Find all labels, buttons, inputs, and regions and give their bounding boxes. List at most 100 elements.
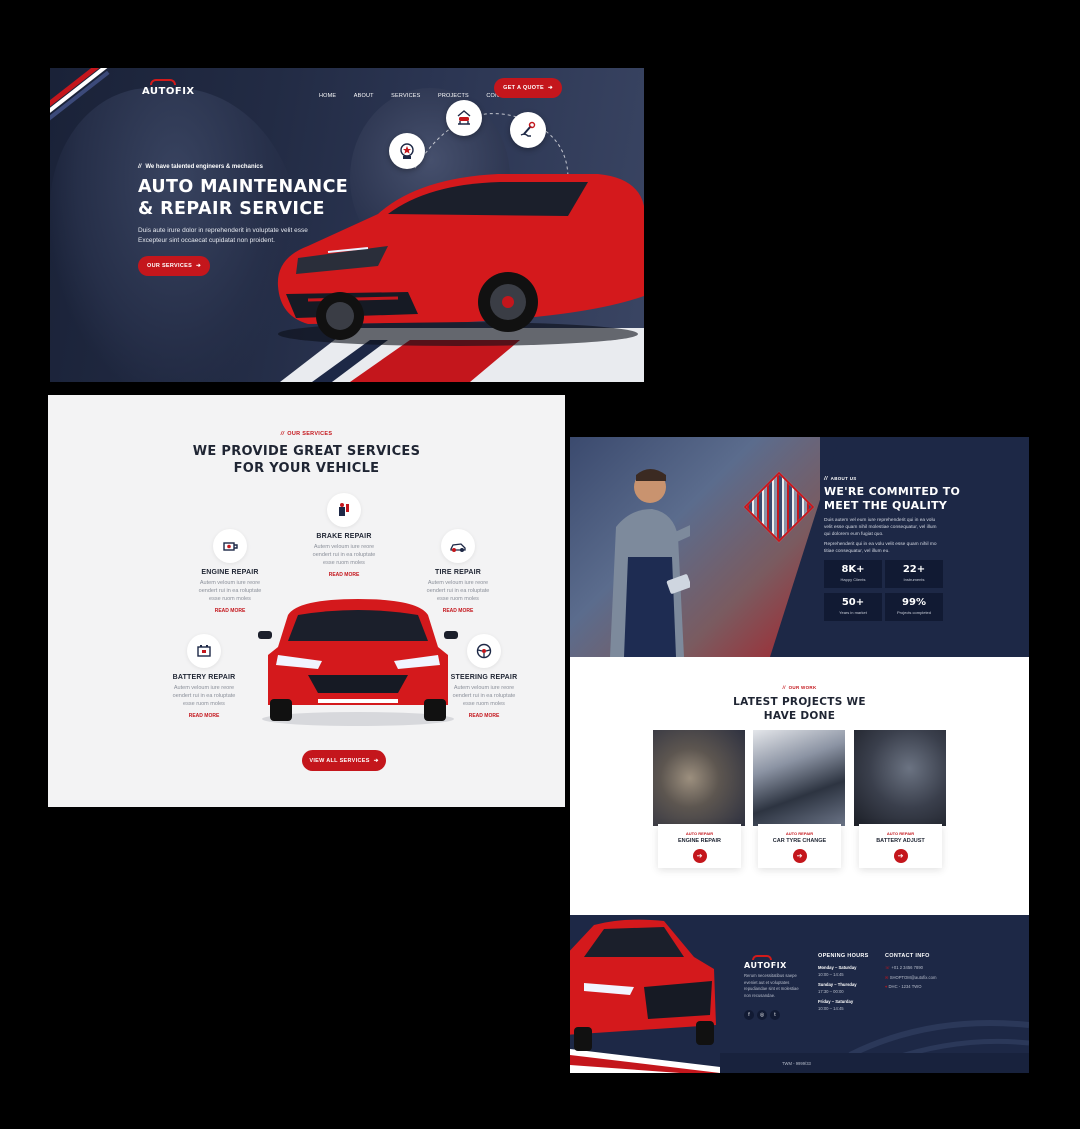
- project-category: AUTO REPAIR: [785, 831, 814, 836]
- slash-icon: //: [782, 685, 786, 690]
- about-projects-footer: //ABOUT US WE'RE COMMITED TO MEET THE QU…: [570, 437, 1029, 1073]
- hours-time: 10:00 – 14:45: [818, 1005, 844, 1011]
- battery-photo: [854, 730, 946, 826]
- about-kicker: //ABOUT US: [824, 476, 857, 482]
- tyre-photo: [753, 730, 845, 826]
- instagram-icon[interactable]: ◎: [757, 1010, 767, 1020]
- mail-icon: ✉: [885, 974, 889, 980]
- services-kicker-text: OUR SERVICES: [287, 431, 333, 437]
- projects-kicker-text: OUR WORK: [788, 685, 817, 690]
- footer-logo[interactable]: AUTOFIX: [744, 955, 787, 970]
- desc-line: Autem veloum iure reore: [173, 685, 235, 691]
- project-title: BATTERY ADJUST: [876, 838, 925, 844]
- about-title-line2: MEET THE QUALITY: [824, 499, 948, 512]
- stat-value: 8K+: [841, 564, 865, 575]
- battery-icon: [187, 634, 221, 668]
- engine-photo: [653, 730, 745, 826]
- services-kicker: //OUR SERVICES: [48, 431, 565, 437]
- stat-label: Years in market: [839, 610, 867, 615]
- contact-email[interactable]: SHOPTOM@autofix.com: [890, 975, 937, 980]
- project-card-engine[interactable]: AUTO REPAIR ENGINE REPAIR ➔: [653, 730, 745, 868]
- contact-list: ☏ +01 2 3456 7890 ✉ SHOPTOM@autofix.com …: [885, 965, 936, 991]
- project-card-battery[interactable]: AUTO REPAIR BATTERY ADJUST ➔: [854, 730, 946, 868]
- contact-phone[interactable]: +01 2 3456 7890: [891, 965, 923, 970]
- contact-address: DHC - 1234 TWO: [888, 984, 922, 989]
- project-title: ENGINE REPAIR: [678, 838, 721, 844]
- social-links: f ◎ t: [744, 1003, 783, 1021]
- stat-years: 50+ Years in market: [824, 593, 882, 621]
- view-all-services-button[interactable]: VIEW ALL SERVICES ➔: [302, 750, 386, 771]
- project-card-body: AUTO REPAIR ENGINE REPAIR ➔: [658, 824, 741, 868]
- read-more-link[interactable]: READ MORE: [154, 713, 254, 719]
- project-card-tyre[interactable]: AUTO REPAIR CAR TYRE CHANGE ➔: [753, 730, 845, 868]
- hours-days: Sunday – Thursday: [818, 982, 857, 987]
- service-battery[interactable]: BATTERY REPAIR Autem veloum iure reore oe…: [154, 634, 254, 719]
- desc-line: oendert rui in ea roluptate: [426, 588, 490, 594]
- copyright-text: TWM - 9999/33: [782, 1061, 811, 1066]
- about-title-line1: WE'RE COMMITED TO: [824, 485, 961, 498]
- stat-happy-clients: 8K+ Happy Clients: [824, 560, 882, 588]
- text-line: Rerum necessitatibus saepe: [744, 973, 797, 978]
- services-title-line2: FOR YOUR VEHICLE: [233, 461, 380, 476]
- desc-line: Autem veloum iure reore: [199, 580, 261, 586]
- read-more-link[interactable]: READ MORE: [294, 572, 394, 578]
- red-suv-image: [277, 174, 644, 346]
- hours-time: 10:00 – 14:45: [818, 971, 844, 977]
- arrow-right-button[interactable]: ➔: [692, 849, 707, 863]
- brake-icon: [327, 493, 361, 527]
- text-line: velit esse quam nihil molestiae consequa…: [824, 525, 937, 530]
- car-roof-icon: [752, 955, 772, 960]
- service-desc: Autem veloum iure reore oendert rui in ea…: [294, 543, 394, 567]
- about-text-1: Duis autem vel eum iure reprehenderit qu…: [824, 517, 937, 538]
- arrow-right-button[interactable]: ➔: [792, 849, 807, 863]
- location-icon: ⌖: [885, 984, 888, 989]
- service-name: ENGINE REPAIR: [201, 569, 259, 576]
- desc-line: esse ruom moles: [323, 560, 365, 566]
- copyright-bar: [720, 1053, 1029, 1073]
- hours-list: Monday – Saturday 10:00 – 14:45 Sunday –…: [818, 965, 857, 1012]
- text-line: qui dolorem eum fugiat quo.: [824, 532, 884, 537]
- desc-line: oendert rui in ea roluptate: [312, 552, 376, 558]
- stat-projects: 99% Projects completed: [885, 593, 943, 621]
- footer-car-image: [570, 919, 716, 1051]
- services-section: //OUR SERVICES WE PROVIDE GREAT SERVICES…: [48, 395, 565, 807]
- desc-line: esse ruom moles: [183, 701, 225, 707]
- project-card-body: AUTO REPAIR BATTERY ADJUST ➔: [859, 824, 942, 868]
- slash-icon: //: [824, 476, 828, 482]
- stat-label: Instruments: [903, 577, 925, 582]
- service-desc: Autem veloum iure reore oendert rui in ea…: [154, 684, 254, 708]
- desc-line: Autem veloum iure reore: [427, 580, 489, 586]
- project-category: AUTO REPAIR: [685, 831, 714, 836]
- project-title: CAR TYRE CHANGE: [772, 838, 827, 844]
- facebook-icon[interactable]: f: [744, 1010, 754, 1020]
- tire-car-icon: [441, 529, 475, 563]
- text-line: non recusandae.: [744, 992, 776, 998]
- stat-instruments: 22+ Instruments: [885, 560, 943, 588]
- hours-time: 17:30 – 00:00: [818, 988, 844, 994]
- mechanic-figure: [610, 469, 690, 657]
- project-card-body: AUTO REPAIR CAR TYRE CHANGE ➔: [758, 824, 841, 868]
- stat-value: 50+: [841, 597, 865, 608]
- arrow-right-button[interactable]: ➔: [893, 849, 908, 863]
- slash-icon: //: [280, 431, 285, 437]
- twitter-icon[interactable]: t: [770, 1010, 780, 1020]
- text-line: Duis autem vel eum iure reprehenderit qu…: [824, 518, 936, 523]
- hours-days: Friday – Saturday: [818, 999, 854, 1004]
- text-line: titiae consequatur, vel illum eu.: [824, 549, 890, 554]
- projects-title-line1: LATEST PROJECTS WE: [733, 696, 866, 708]
- steering-wheel-icon: [467, 634, 501, 668]
- text-line: repudiandae sint et molestiae: [744, 986, 799, 991]
- service-brake[interactable]: BRAKE REPAIR Autem veloum iure reore oend…: [294, 493, 394, 578]
- view-all-label: VIEW ALL SERVICES: [309, 757, 370, 764]
- desc-line: Autem veloum iure reore: [313, 544, 375, 550]
- about-section: //ABOUT US WE'RE COMMITED TO MEET THE QU…: [570, 437, 1029, 657]
- engine-icon: [213, 529, 247, 563]
- text-line: Reprehenderit qui in ea volu velit esse …: [824, 542, 937, 547]
- projects-kicker: //OUR WORK: [570, 685, 1029, 690]
- stat-value: 22+: [902, 564, 926, 575]
- service-name: BATTERY REPAIR: [172, 674, 236, 681]
- services-title: WE PROVIDE GREAT SERVICES FOR YOUR VEHIC…: [48, 443, 565, 477]
- footer: AUTOFIX Rerum necessitatibus saepe eveni…: [570, 915, 1029, 1073]
- hero-section: AUTOFIX HOME ABOUT SERVICES PROJECTS CON…: [50, 68, 644, 382]
- about-text-2: Reprehenderit qui in ea volu velit esse …: [824, 541, 937, 555]
